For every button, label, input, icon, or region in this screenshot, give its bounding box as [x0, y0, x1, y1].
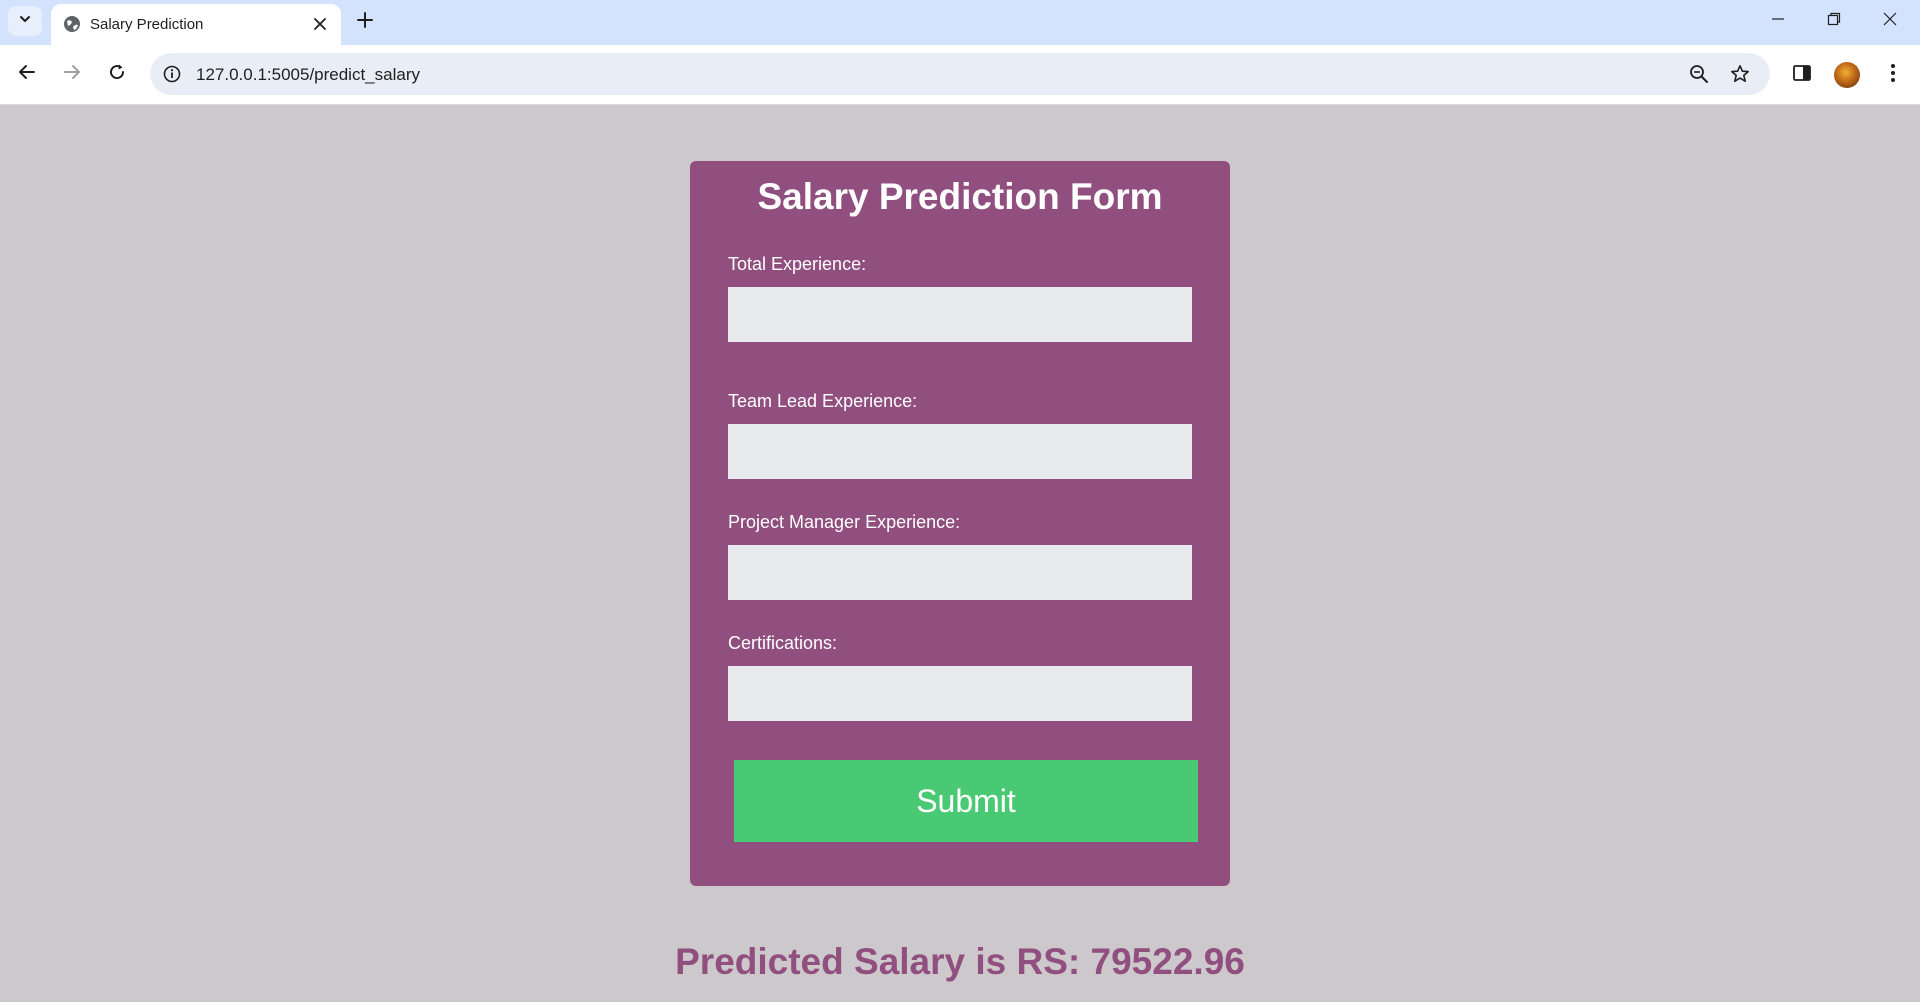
zoom-icon[interactable]: [1687, 62, 1711, 86]
side-panel-icon: [1792, 63, 1812, 88]
arrow-left-icon: [18, 63, 36, 86]
certifications-input[interactable]: [728, 666, 1192, 721]
tab-strip: Salary Prediction: [0, 0, 1920, 45]
team-lead-experience-label: Team Lead Experience:: [728, 391, 918, 411]
menu-button[interactable]: [1877, 59, 1909, 91]
site-info-icon[interactable]: [160, 62, 184, 86]
reload-icon: [108, 63, 126, 86]
tab-search-button[interactable]: [8, 6, 42, 36]
side-panel-button[interactable]: [1786, 59, 1818, 91]
more-vert-icon: [1890, 63, 1896, 88]
team-lead-experience-input[interactable]: [728, 424, 1192, 479]
forward-button[interactable]: [56, 58, 88, 90]
tab-title: Salary Prediction: [90, 16, 204, 33]
submit-button[interactable]: Submit: [734, 760, 1198, 842]
profile-avatar[interactable]: [1834, 62, 1860, 88]
project-manager-experience-label: Project Manager Experience:: [728, 512, 961, 532]
globe-icon: [63, 15, 81, 33]
new-tab-button[interactable]: [352, 9, 378, 35]
chevron-down-icon: [18, 12, 32, 31]
address-bar[interactable]: 127.0.0.1:5005/predict_salary: [150, 53, 1770, 95]
total-experience-input[interactable]: [728, 287, 1192, 342]
total-experience-label: Total Experience:: [728, 254, 867, 274]
url-text: 127.0.0.1:5005/predict_salary: [196, 65, 420, 84]
close-window-button[interactable]: [1862, 0, 1918, 42]
restore-icon: [1827, 12, 1841, 31]
plus-icon: [357, 11, 373, 33]
browser-toolbar: 127.0.0.1:5005/predict_salary: [0, 45, 1920, 105]
form-title: Salary Prediction Form: [757, 176, 1163, 217]
arrow-right-icon: [63, 63, 81, 86]
close-tab-icon[interactable]: [311, 15, 329, 33]
active-tab[interactable]: Salary Prediction: [51, 4, 341, 45]
restore-button[interactable]: [1806, 0, 1862, 42]
salary-form: Salary Prediction Form Total Experience:…: [690, 161, 1230, 886]
reload-button[interactable]: [101, 58, 133, 90]
certifications-label: Certifications:: [728, 633, 838, 653]
minimize-button[interactable]: [1750, 0, 1806, 42]
bookmark-star-icon[interactable]: [1728, 62, 1752, 86]
minimize-icon: [1771, 12, 1785, 31]
predicted-salary-text: Predicted Salary is RS: 79522.96: [675, 941, 1245, 982]
back-button[interactable]: [11, 58, 43, 90]
close-icon: [1883, 12, 1897, 31]
project-manager-experience-input[interactable]: [728, 545, 1192, 600]
